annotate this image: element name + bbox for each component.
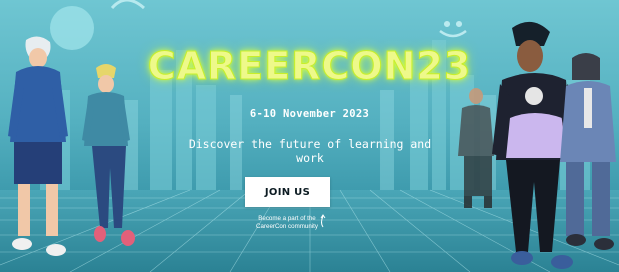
curved-arrow-up-icon xyxy=(320,214,326,228)
join-us-button[interactable]: JOIN US xyxy=(245,177,330,207)
smiley-face-icon xyxy=(439,20,467,38)
event-banner: CAREERCON23 6-10 November 2023 Discover … xyxy=(0,0,619,272)
event-logo: CAREERCON23 xyxy=(147,44,472,89)
background-scene xyxy=(0,0,619,272)
event-dates: 6-10 November 2023 xyxy=(249,108,370,120)
event-tagline: Discover the future of learning and work xyxy=(188,137,432,165)
